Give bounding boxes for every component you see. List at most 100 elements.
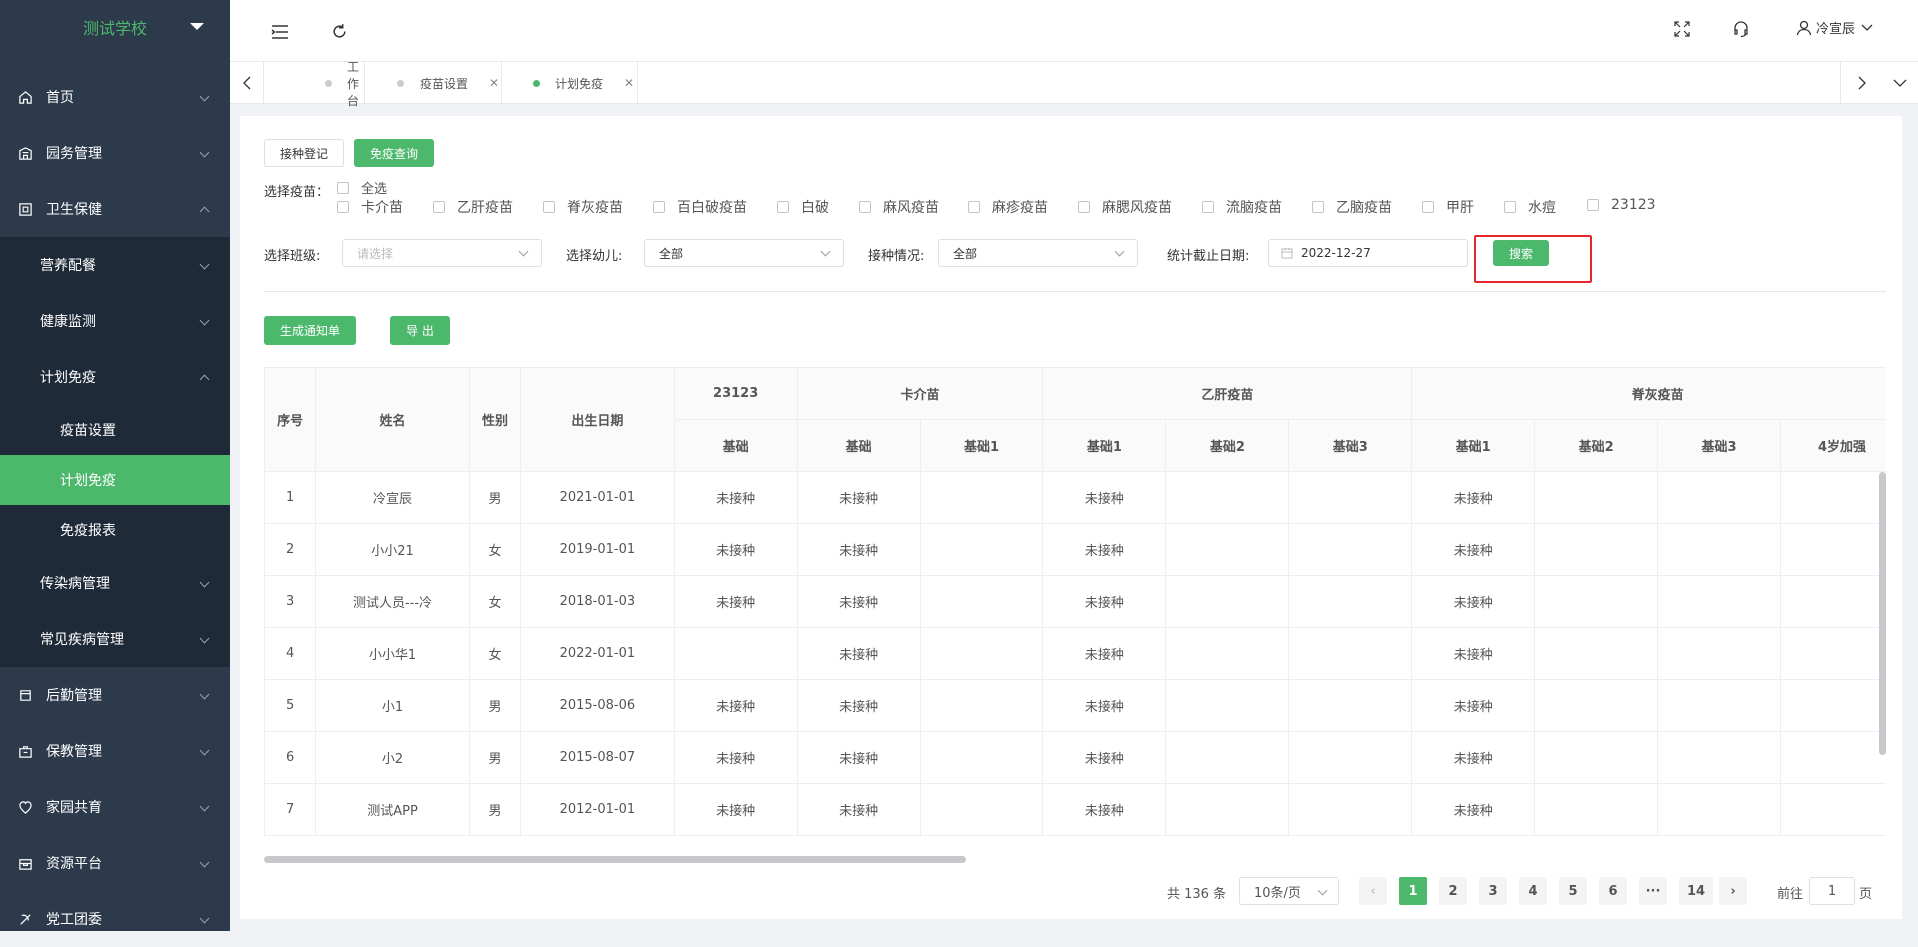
page-button[interactable]: 6 <box>1599 877 1627 905</box>
caret-down-icon[interactable] <box>190 23 204 30</box>
vaccine-checkbox[interactable]: 甲肝 <box>1422 197 1474 217</box>
close-icon[interactable]: ✕ <box>489 76 499 90</box>
header-dose: 基础2 <box>1534 419 1659 472</box>
vaccine-checkbox[interactable]: 卡介苗 <box>337 197 403 217</box>
table-row: 6 小2 男 2015-08-07 未接种 未接种 未接种 未接种 <box>264 731 1886 784</box>
vaccine-status-cell <box>1534 627 1659 680</box>
vaccine-status-cell: 未接种 <box>673 471 798 524</box>
sidebar-item-infectious[interactable]: 传染病管理 <box>0 555 230 611</box>
refresh-icon[interactable] <box>331 23 348 44</box>
header-dose: 基础 <box>796 419 921 472</box>
vaccine-status-cell: 未接种 <box>1042 627 1167 680</box>
vaccine-status-cell: 未接种 <box>1042 783 1167 836</box>
user-icon <box>1796 20 1812 35</box>
vaccine-checkbox[interactable]: 流脑疫苗 <box>1202 197 1282 217</box>
sidebar-item-family[interactable]: 家园共育 <box>0 779 230 835</box>
row-birth: 2018-01-03 <box>520 575 675 628</box>
tab-workbench[interactable]: 工作台 <box>264 60 365 108</box>
vaccine-checkbox[interactable]: 乙肝疫苗 <box>433 197 513 217</box>
status-select[interactable]: 全部 <box>938 239 1138 267</box>
header-dose: 4岁加强 <box>1780 419 1886 472</box>
tab-scroll-left[interactable] <box>230 62 264 104</box>
tab-scroll-right[interactable] <box>1840 62 1882 104</box>
vaccine-status-cell: 未接种 <box>1042 471 1167 524</box>
page-button[interactable]: 14 <box>1679 877 1713 905</box>
fullscreen-icon[interactable] <box>1674 21 1690 41</box>
sidebar-item-resources[interactable]: 资源平台 <box>0 835 230 891</box>
vaccine-status-cell <box>1657 627 1781 680</box>
vaccine-checkbox[interactable]: 水痘 <box>1504 197 1556 217</box>
tab-dropdown[interactable] <box>1882 62 1918 104</box>
generate-notice-button[interactable]: 生成通知单 <box>264 316 356 345</box>
horizontal-scrollbar[interactable] <box>264 856 966 863</box>
checkbox-box <box>859 201 871 213</box>
sidebar-item-home[interactable]: 首页 <box>0 69 230 125</box>
tab-plan-immunization[interactable]: 计划免疫 ✕ <box>502 62 638 104</box>
chevron-down-icon <box>199 745 210 756</box>
header-dose: 基础1 <box>1411 419 1536 472</box>
vaccine-checkbox[interactable]: 白破 <box>777 197 829 217</box>
chevron-down-icon <box>199 91 210 102</box>
sidebar-item-common-disease[interactable]: 常见疾病管理 <box>0 611 230 667</box>
select-all-checkbox[interactable]: 全选 <box>337 178 387 197</box>
next-page-button[interactable]: › <box>1719 877 1747 905</box>
class-select[interactable]: 请选择 <box>342 239 542 267</box>
vaccine-checkbox[interactable]: 麻风疫苗 <box>859 197 939 217</box>
page-button[interactable]: 3 <box>1479 877 1507 905</box>
page-button[interactable]: 5 <box>1559 877 1587 905</box>
vaccine-checkbox[interactable]: 脊灰疫苗 <box>543 197 623 217</box>
page-button[interactable]: 1 <box>1399 877 1427 905</box>
sidebar-item-admin[interactable]: 园务管理 <box>0 125 230 181</box>
chevron-down-icon <box>1861 24 1873 31</box>
page-size-select[interactable]: 10条/页 <box>1239 877 1339 905</box>
search-button[interactable]: 搜索 <box>1493 240 1549 266</box>
row-index: 7 <box>264 783 317 836</box>
table-row: 7 测试APP 男 2012-01-01 未接种 未接种 未接种 未接种 <box>264 783 1886 836</box>
query-button[interactable]: 免疫查询 <box>354 139 434 167</box>
export-button[interactable]: 导 出 <box>390 316 450 345</box>
checkbox-box <box>1504 201 1516 213</box>
sidebar-item-logistics[interactable]: 后勤管理 <box>0 667 230 723</box>
register-button[interactable]: 接种登记 <box>264 139 344 167</box>
user-menu[interactable]: 冷宣辰 <box>1796 18 1873 37</box>
vaccine-checkbox[interactable]: 百白破疫苗 <box>653 197 747 217</box>
prev-page-button[interactable]: ‹ <box>1359 877 1387 905</box>
vaccine-status-cell <box>1165 783 1290 836</box>
row-birth: 2019-01-01 <box>520 523 675 576</box>
vaccine-checkbox[interactable]: 麻腮风疫苗 <box>1078 197 1172 217</box>
sidebar-item-plan-immunization[interactable]: 计划免疫 <box>0 455 230 505</box>
page-button[interactable]: 4 <box>1519 877 1547 905</box>
sidebar-item-immunization-report[interactable]: 免疫报表 <box>0 505 230 555</box>
vaccine-status-cell <box>919 575 1044 628</box>
school-switcher[interactable]: 测试学校 <box>0 0 230 54</box>
vaccine-status-cell <box>919 471 1044 524</box>
headset-icon[interactable] <box>1732 20 1750 42</box>
sidebar-item-vaccine-settings[interactable]: 疫苗设置 <box>0 405 230 455</box>
page-ellipsis[interactable]: ··· <box>1639 877 1667 905</box>
sidebar-item-immunization[interactable]: 计划免疫 <box>0 349 230 405</box>
date-picker[interactable]: 2022-12-27 <box>1268 239 1468 267</box>
vertical-scrollbar[interactable] <box>1879 472 1886 755</box>
chevron-down-icon <box>199 259 210 270</box>
close-icon[interactable]: ✕ <box>624 76 634 90</box>
vaccine-status-cell <box>1657 575 1781 628</box>
sidebar-item-education[interactable]: 保教管理 <box>0 723 230 779</box>
page-button[interactable]: 2 <box>1439 877 1467 905</box>
child-filter-label: 选择幼儿: <box>566 249 623 264</box>
sidebar-item-health[interactable]: 卫生保健 <box>0 181 230 237</box>
vaccine-checkbox[interactable]: 乙脑疫苗 <box>1312 197 1392 217</box>
tab-vaccine-settings[interactable]: 疫苗设置 ✕ <box>365 62 502 104</box>
vaccine-status-cell: 未接种 <box>1411 627 1536 680</box>
vaccine-checkbox[interactable]: 麻疹疫苗 <box>968 197 1048 217</box>
vaccine-checkbox[interactable]: 23123 <box>1587 197 1656 213</box>
home-icon <box>17 89 33 105</box>
child-select[interactable]: 全部 <box>644 239 844 267</box>
sidebar-item-party[interactable]: 党工团委 <box>0 891 230 947</box>
sidebar-item-monitoring[interactable]: 健康监测 <box>0 293 230 349</box>
sidebar-item-nutrition[interactable]: 营养配餐 <box>0 237 230 293</box>
collapse-menu-icon[interactable] <box>271 24 289 44</box>
vaccine-status-cell <box>1534 575 1659 628</box>
top-bar: 冷宣辰 <box>230 0 1918 62</box>
goto-page-input[interactable]: 1 <box>1809 877 1855 905</box>
vaccine-status-cell <box>1534 783 1659 836</box>
